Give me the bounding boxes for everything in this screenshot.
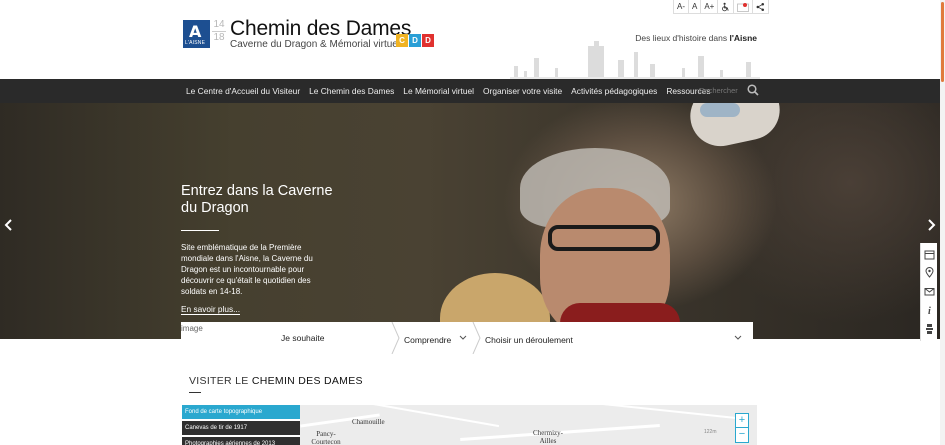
brand-tile-d2: D [422,34,434,47]
slider-prev-arrow-icon[interactable] [3,218,15,232]
finder-label-je-souhaite: Je souhaite [281,333,325,343]
section-title-prefix: VISITER LE [189,375,252,387]
search-input[interactable]: Rechercher [699,79,738,103]
search-icon[interactable] [747,84,759,96]
hero-title: Entrez dans la Caverne du Dragon [181,183,333,216]
finder-select-comprendre[interactable]: Comprendre [404,322,451,358]
scrollbar-thumb[interactable] [941,2,944,82]
side-tools-rail: i [920,243,937,341]
tagline-bold: l'Aisne [729,33,757,43]
page-scrollbar[interactable] [940,0,945,445]
map-pin-icon[interactable] [734,0,754,13]
site-subtitle: Caverne du Dragon & Mémorial virtuel [230,39,401,50]
info-icon[interactable]: i [924,304,935,315]
brand-tile-d1: D [409,34,421,47]
font-smaller-button[interactable]: A- [674,0,689,13]
main-navbar: Le Centre d'Accueil du Visiteur Le Chemi… [0,79,945,103]
aisne-logo-mark: A [189,22,202,41]
main-nav: Le Centre d'Accueil du Visiteur Le Chemi… [186,79,720,103]
mail-icon[interactable] [924,286,935,297]
hero-slider: Entrez dans la Caverne du Dragon Site em… [0,103,940,339]
map-place-pancy-courtecon: Pancy- Courtecon [311,430,341,445]
map-zoom-out-button[interactable]: − [736,428,748,442]
map-altitude: 122m [704,429,717,435]
nav-item-activites-pedagogiques[interactable]: Activités pédagogiques [571,79,657,103]
slider-next-arrow-icon[interactable] [925,218,937,232]
nav-item-centre-accueil[interactable]: Le Centre d'Accueil du Visiteur [186,79,300,103]
map-layer-topographique[interactable]: Fond de carte topographique [182,405,300,419]
font-larger-button[interactable]: A+ [701,0,719,13]
svg-text:i: i [928,306,931,315]
map-layer-canevas-1917[interactable]: Canevas de tir de 1917 [182,421,300,435]
finder-image-alt: image [181,324,203,333]
hero-text: Site emblématique de la Première mondial… [181,243,313,296]
skyline-decoration [510,41,760,79]
map-place-chermizy-ailles: Chermizy- Ailles [533,429,563,445]
monument-icon[interactable] [924,323,935,334]
hero-photo-glasses [548,225,660,251]
map-place-chamouille: Chamouille [352,418,385,426]
year-14: 14 [213,19,225,30]
interactive-map[interactable]: Chamouille Pancy- Courtecon Chermizy- Ai… [300,405,757,445]
chevron-down-icon[interactable] [459,335,467,341]
map-zoom-control: + − [735,413,749,443]
finder-separator-icon [472,322,481,354]
nav-item-organiser-visite[interactable]: Organiser votre visite [483,79,562,103]
share-icon[interactable] [753,0,768,13]
site-title-main: Chemin [230,17,302,40]
map-layer-list: Fond de carte topographique Canevas de t… [182,405,300,445]
chevron-down-icon[interactable] [734,335,742,341]
map-layer-photos-2013[interactable]: Photographies aériennes de 2013 [182,437,300,445]
brand-tile-c: C [396,34,408,47]
section-divider [189,392,201,393]
aisne-logo-text: L'AISNE [185,40,206,46]
map-road [580,405,740,420]
wheelchair-icon[interactable] [718,0,735,13]
hero-divider [181,230,219,231]
years-1418: 14 18 [212,19,226,44]
year-18: 18 [212,31,226,43]
site-header: A L'AISNE 14 18 Chemin des Dames Caverne… [0,0,945,79]
accessibility-toolbar: A- A A+ [673,0,770,14]
nav-item-memorial-virtuel[interactable]: Le Mémorial virtuel [403,79,474,103]
section-title: VISITER LE CHEMIN DES DAMES [189,375,363,387]
page: A L'AISNE 14 18 Chemin des Dames Caverne… [0,0,945,445]
hero-photo-lamp [700,103,740,117]
section-title-bold: CHEMIN DES DAMES [251,375,363,387]
hero-read-more-link[interactable]: En savoir plus... [181,304,241,315]
aisne-logo[interactable]: A L'AISNE [183,20,210,48]
nav-item-chemin-des-dames[interactable]: Le Chemin des Dames [309,79,394,103]
site-title[interactable]: Chemin des Dames [230,17,411,41]
site-title-rest: des Dames [301,17,412,40]
finder-separator-icon [391,322,400,354]
finder-select-deroulement[interactable]: Choisir un déroulement [485,322,573,358]
tagline: Des lieux d'histoire dans l'Aisne [635,33,757,43]
location-pin-icon[interactable] [924,267,935,278]
calendar-icon[interactable] [924,249,935,260]
tagline-text: Des lieux d'histoire dans [635,33,730,43]
font-normal-button[interactable]: A [689,0,702,13]
visit-finder: image Je souhaite Comprendre Choisir un … [181,322,753,354]
map-zoom-in-button[interactable]: + [736,414,748,428]
brand-tiles: C D D [396,34,434,47]
